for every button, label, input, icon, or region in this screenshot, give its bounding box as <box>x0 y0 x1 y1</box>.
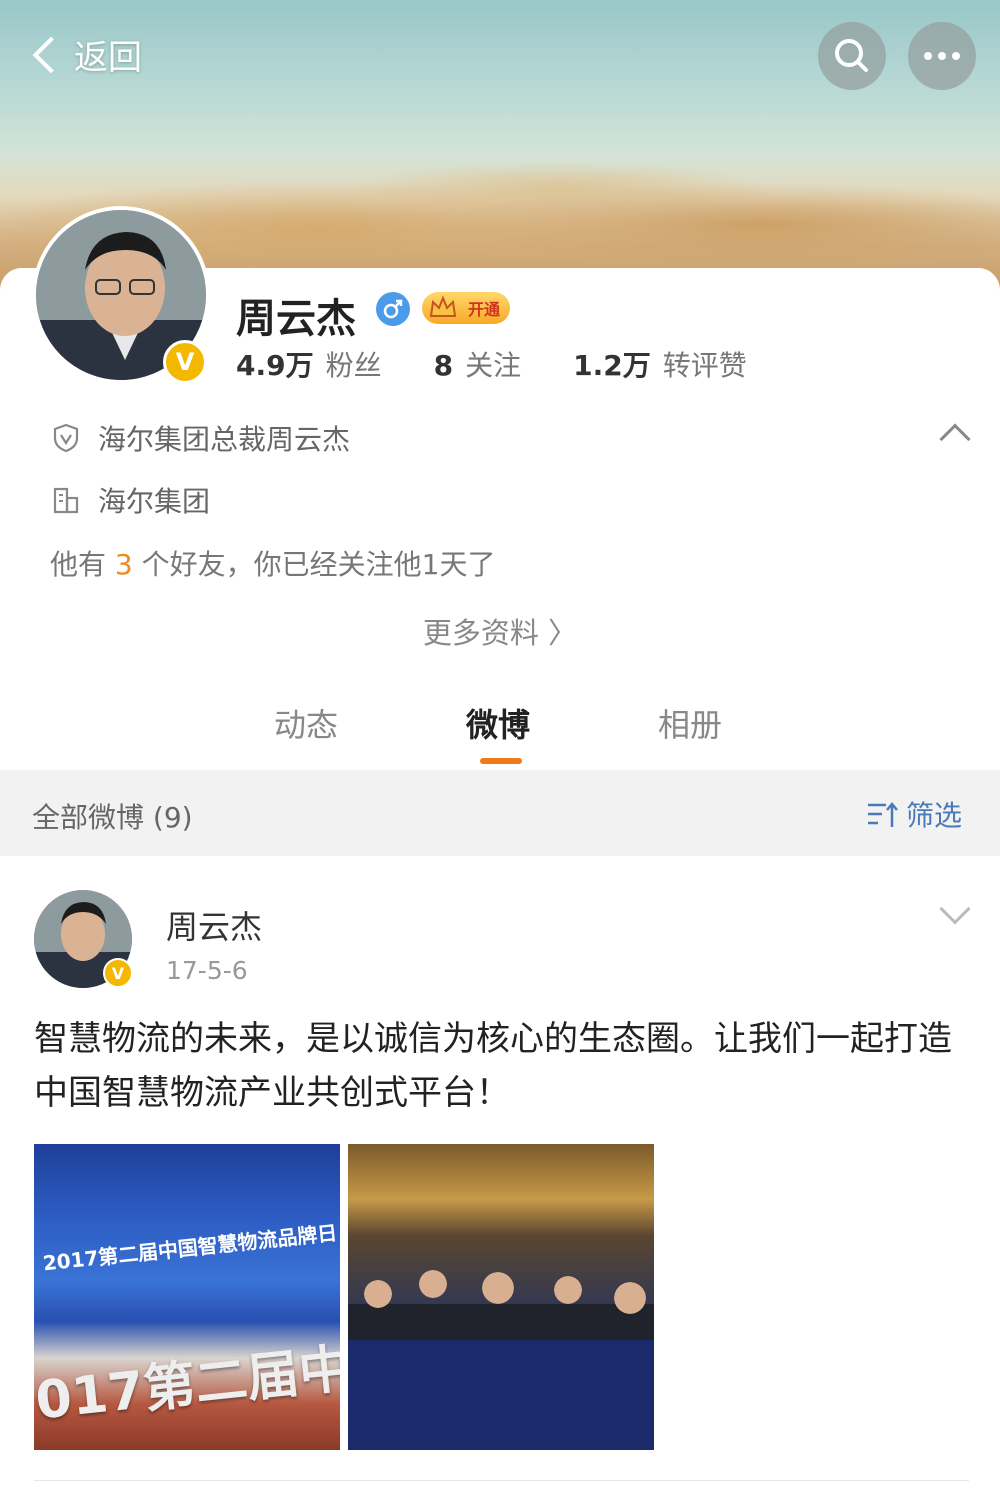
back-arrow-icon <box>32 36 70 73</box>
shield-verified-icon <box>53 423 79 453</box>
stat-number: 8 <box>433 349 454 382</box>
company-text: 海尔集团 <box>98 485 211 518</box>
profile-stats: 4.9万 粉丝 8 关注 1.2万 转评赞 <box>236 344 799 384</box>
filter-label: 筛选 <box>906 799 963 832</box>
verification-text: 海尔集团总裁周云杰 <box>98 423 351 456</box>
more-dots-icon <box>924 52 960 60</box>
photo-sign-text: 017第二届中国智慧 <box>34 1322 340 1432</box>
audience-graphic <box>348 1254 654 1354</box>
post-photo-2[interactable] <box>348 1144 654 1450</box>
post-menu-chevron-icon[interactable] <box>939 893 971 925</box>
stat-label: 转评赞 <box>662 349 747 382</box>
divider <box>34 1480 969 1481</box>
stat-label: 粉丝 <box>325 349 382 382</box>
filter-icon <box>868 802 898 827</box>
stat-label: 关注 <box>465 349 522 382</box>
all-posts-count: 全部微博 (9) <box>32 801 193 834</box>
company-info: 海尔集团 <box>50 480 210 520</box>
tab-weibo[interactable]: 微博 <box>466 700 530 746</box>
stat-number: 1.2万 <box>573 349 651 382</box>
post-timestamp: 17-5-6 <box>166 956 248 985</box>
search-button[interactable] <box>818 22 886 90</box>
mutual-friends-text[interactable]: 他有 3 个好友，你已经关注他1天了 <box>50 543 495 583</box>
stat-following[interactable]: 8 关注 <box>434 344 522 384</box>
vip-open-badge[interactable]: 开通 <box>422 292 510 324</box>
conference-tables-graphic <box>348 1340 654 1450</box>
vip-label: 开通 <box>467 300 500 319</box>
post-verified-badge: V <box>103 958 133 988</box>
post-author-name[interactable]: 周云杰 <box>166 902 262 948</box>
photo-banner-text: 2017第二届中国智慧物流品牌日 <box>41 1220 339 1276</box>
stat-number: 4.9万 <box>236 349 314 382</box>
active-tab-indicator <box>480 758 522 764</box>
verification-info: 海尔集团总裁周云杰 <box>50 418 350 458</box>
tab-feed[interactable]: 动态 <box>274 700 338 746</box>
back-button[interactable]: 返回 <box>28 30 142 79</box>
tab-album[interactable]: 相册 <box>658 700 722 746</box>
filter-bar: 全部微博 (9) 筛选 <box>0 770 1000 856</box>
post-body: 智慧物流的未来，是以诚信为核心的生态圈。让我们一起打造中国智慧物流产业共创式平台… <box>34 1019 952 1113</box>
building-icon <box>53 487 79 514</box>
filter-button[interactable]: 筛选 <box>866 794 962 834</box>
more-info-link[interactable]: 更多资料 〉 <box>0 610 1000 652</box>
search-icon <box>835 39 868 72</box>
back-label: 返回 <box>74 38 142 78</box>
verified-badge: V <box>163 340 207 384</box>
stat-interactions[interactable]: 1.2万 转评赞 <box>573 344 747 384</box>
friends-count: 3 <box>114 548 133 581</box>
crown-icon <box>429 295 457 317</box>
friends-prefix: 他有 <box>50 548 115 581</box>
profile-name: 周云杰 <box>236 296 356 342</box>
stat-fans[interactable]: 4.9万 粉丝 <box>236 344 382 384</box>
friends-suffix: 个好友，你已经关注他1天了 <box>132 548 496 581</box>
post-photo-1[interactable]: 2017第二届中国智慧物流品牌日 017第二届中国智慧 <box>34 1144 340 1450</box>
more-button[interactable] <box>908 22 976 90</box>
male-gender-icon <box>376 292 410 326</box>
